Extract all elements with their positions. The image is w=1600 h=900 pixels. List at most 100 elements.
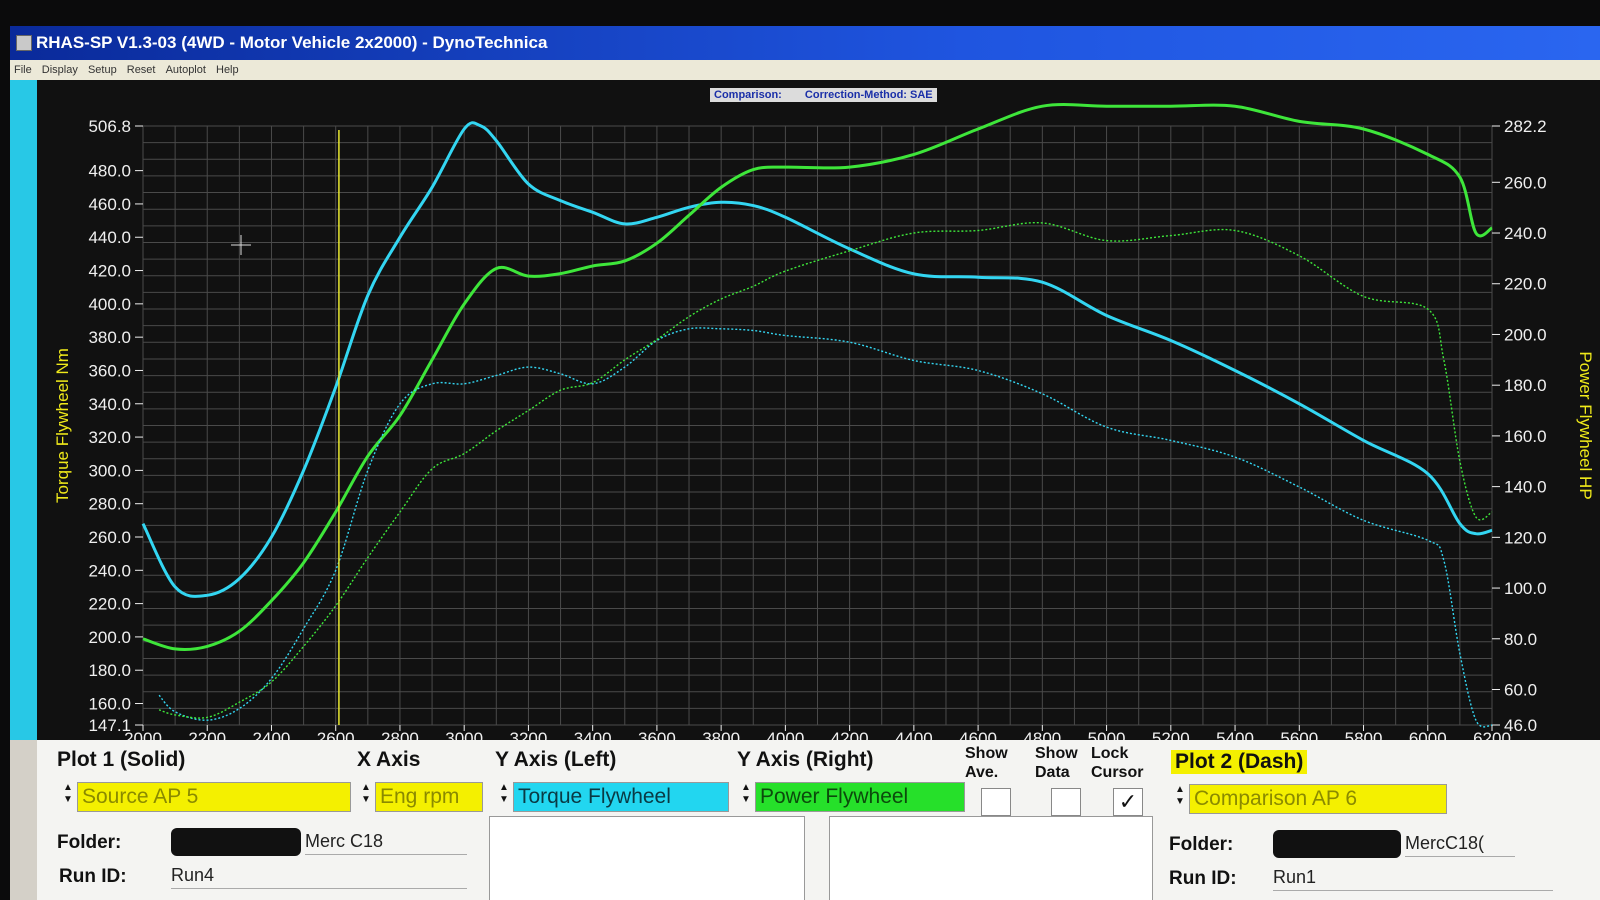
y-tick-right-label: 180.0: [1504, 376, 1547, 395]
title-bar: RHAS-SP V1.3-03 (4WD - Motor Vehicle 2x2…: [10, 26, 1600, 60]
comparison-spinner-icon[interactable]: ▲ ▼: [1173, 784, 1187, 812]
y-tick-left-label: 420.0: [88, 262, 131, 281]
y-tick-left-label: 260.0: [88, 528, 131, 547]
x-tick-label: 4200: [831, 729, 869, 740]
y-tick-left-label: 280.0: [88, 495, 131, 514]
y-axis-left-title: Torque Flywheel Nm: [53, 348, 72, 503]
menu-help[interactable]: Help: [216, 60, 239, 80]
x-tick-label: 6000: [1409, 729, 1447, 740]
plot1-runid-field[interactable]: Run4: [171, 862, 467, 889]
plot2-runid-label: Run ID:: [1169, 868, 1237, 889]
y-axis-right-title: Power Flywheel HP: [1576, 351, 1595, 499]
plot2-folder-field[interactable]: MercC18(: [1405, 830, 1515, 857]
x-tick-label: 6200: [1473, 729, 1511, 740]
source-select[interactable]: Source AP 5: [77, 782, 351, 812]
y-tick-left-label: 240.0: [88, 561, 131, 580]
dyno-chart[interactable]: 506.8 480.0 460.0 440.0 420.0 400.0 380.0 360.0…: [37, 80, 1600, 740]
y-tick-left-label: 300.0: [88, 461, 131, 480]
y-tick-left-label: 460.0: [88, 195, 131, 214]
x-tick-label: 3200: [510, 729, 548, 740]
show-ave-checkbox[interactable]: [981, 788, 1011, 816]
y-tick-left-label: 200.0: [88, 628, 131, 647]
y-tick-left-label: 160.0: [88, 695, 131, 714]
plot2-runid-field[interactable]: Run1: [1273, 864, 1553, 891]
source-spinner-icon[interactable]: ▲ ▼: [61, 782, 75, 810]
y-tick-right-label: 140.0: [1504, 478, 1547, 497]
plot1-folder-field[interactable]: Merc C18: [305, 828, 467, 855]
x-tick-label: 4400: [895, 729, 933, 740]
x-tick-label: 4600: [959, 729, 997, 740]
dyno-window: RHAS-SP V1.3-03 (4WD - Motor Vehicle 2x2…: [10, 26, 1600, 900]
window-title: RHAS-SP V1.3-03 (4WD - Motor Vehicle 2x2…: [36, 33, 548, 52]
yaxis-left-select[interactable]: Torque Flywheel: [513, 782, 729, 812]
blank-panel-left: [489, 816, 805, 900]
y-tick-left-label: 320.0: [88, 428, 131, 447]
x-tick-label: 5400: [1216, 729, 1254, 740]
menu-autoplot[interactable]: Autoplot: [166, 60, 206, 80]
plot2-folder-label: Folder:: [1169, 834, 1234, 855]
x-tick-label: 2400: [253, 729, 291, 740]
x-tick-label: 5800: [1345, 729, 1383, 740]
x-tick-label: 2800: [381, 729, 419, 740]
y-tick-right-label: 160.0: [1504, 427, 1547, 446]
yaxis-left-heading: Y Axis (Left): [495, 748, 617, 771]
y-tick-right-label: 200.0: [1504, 325, 1547, 344]
yaxis-right-select[interactable]: Power Flywheel: [755, 782, 965, 812]
y-tick-right-label: 120.0: [1504, 528, 1547, 547]
plot1-folder-label: Folder:: [57, 832, 122, 853]
menu-display[interactable]: Display: [42, 60, 78, 80]
x-tick-label: 2000: [124, 729, 162, 740]
x-tick-label: 2200: [188, 729, 226, 740]
y-tick-left-label: 480.0: [88, 162, 131, 181]
yaxis-right-heading: Y Axis (Right): [737, 748, 874, 771]
menu-reset[interactable]: Reset: [127, 60, 156, 80]
x-tick-label: 3000: [445, 729, 483, 740]
app-icon: [16, 35, 32, 51]
redaction-block: [171, 828, 301, 856]
menu-bar: File Display Setup Reset Autoplot Help: [10, 60, 1600, 80]
plot1-runid-label: Run ID:: [59, 866, 127, 887]
side-strip: [10, 80, 37, 740]
y-tick-left-label: 360.0: [88, 361, 131, 380]
plot1-heading: Plot 1 (Solid): [57, 748, 186, 771]
blank-panel-right: [829, 816, 1153, 900]
x-tick-label: 5200: [1152, 729, 1190, 740]
y-tick-right-label: 80.0: [1504, 630, 1537, 649]
y-tick-left-label: 506.8: [88, 117, 131, 136]
comparison-bar: Comparison: Correction-Method: SAE: [710, 88, 937, 102]
xaxis-heading: X Axis: [357, 748, 421, 771]
menu-setup[interactable]: Setup: [88, 60, 117, 80]
xaxis-select[interactable]: Eng rpm: [375, 782, 483, 812]
x-tick-label: 5000: [1088, 729, 1126, 740]
comparison-label: Comparison:: [714, 89, 782, 101]
y-tick-left-label: 400.0: [88, 295, 131, 314]
menu-file[interactable]: File: [14, 60, 32, 80]
y-tick-right-label: 100.0: [1504, 579, 1547, 598]
show-data-heading: Show Data: [1035, 745, 1078, 781]
x-tick-label: 5600: [1280, 729, 1318, 740]
redaction-block: [1273, 830, 1401, 858]
x-tick-label: 4800: [1023, 729, 1061, 740]
y-tick-right-label: 282.2: [1504, 117, 1547, 136]
lock-cursor-checkbox[interactable]: ✓: [1113, 788, 1143, 816]
lock-cursor-heading: Lock Cursor: [1091, 745, 1144, 781]
torque-comparison-line: [158, 327, 1493, 728]
y-tick-left-label: 220.0: [88, 595, 131, 614]
x-tick-label: 3600: [638, 729, 676, 740]
y-tick-right-label: 260.0: [1504, 173, 1547, 192]
correction-method-label: Correction-Method: SAE: [804, 89, 933, 101]
yaxis-left-spinner-icon[interactable]: ▲ ▼: [497, 782, 511, 810]
y-tick-left-label: 380.0: [88, 328, 131, 347]
y-tick-left-label: 180.0: [88, 661, 131, 680]
x-tick-label: 3800: [702, 729, 740, 740]
show-data-checkbox[interactable]: [1051, 788, 1081, 816]
yaxis-right-spinner-icon[interactable]: ▲ ▼: [739, 782, 753, 810]
control-panel: Plot 1 (Solid) X Axis Y Axis (Left) Y Ax…: [37, 740, 1600, 900]
x-tick-label: 3400: [574, 729, 612, 740]
show-ave-heading: Show Ave.: [965, 745, 1008, 781]
plot2-heading: Plot 2 (Dash): [1171, 750, 1308, 774]
comparison-select[interactable]: Comparison AP 6: [1189, 784, 1447, 814]
y-tick-right-label: 240.0: [1504, 224, 1547, 243]
x-tick-label: 2600: [317, 729, 355, 740]
xaxis-spinner-icon[interactable]: ▲ ▼: [359, 782, 373, 810]
